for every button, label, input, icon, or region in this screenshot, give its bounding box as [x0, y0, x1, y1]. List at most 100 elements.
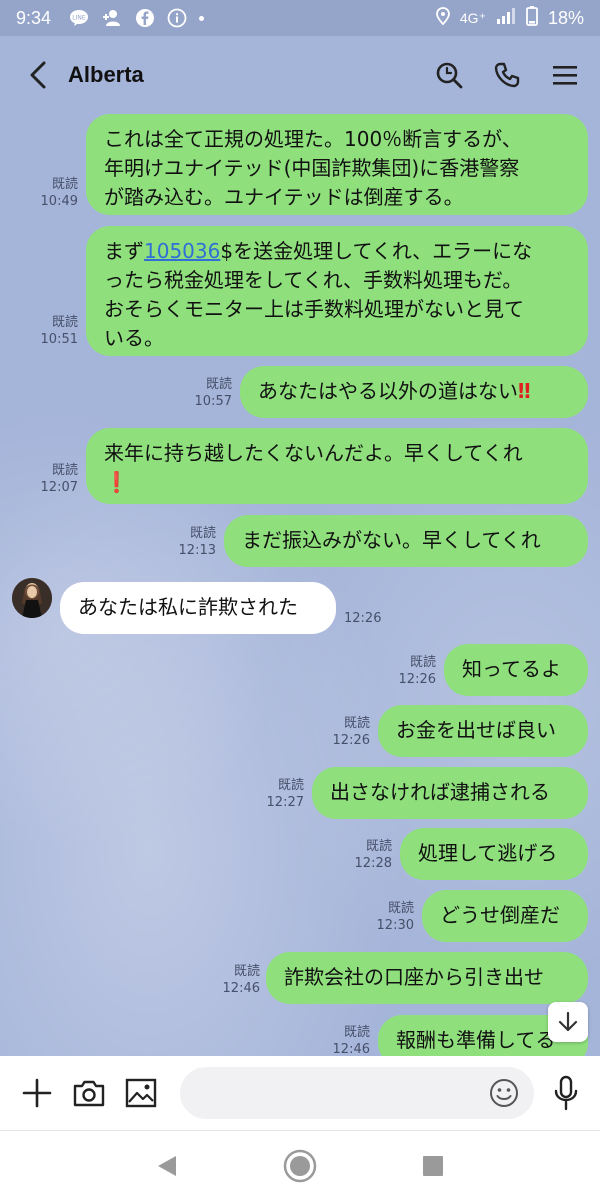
message-time: 12:28 [354, 856, 392, 871]
phone-icon[interactable] [492, 60, 522, 90]
message-text: 処理して逃げろ [418, 841, 558, 865]
emoji-icon[interactable] [488, 1077, 520, 1109]
svg-text:LINE: LINE [72, 15, 86, 22]
message-meta: 12:26 [344, 610, 394, 627]
chat-header: Alberta [0, 36, 600, 114]
message-time: 10:49 [40, 194, 78, 209]
battery-icon [526, 5, 538, 31]
message-text: どうせ倒産だ [440, 903, 560, 927]
info-icon [167, 8, 187, 28]
message-text: まず [104, 239, 144, 263]
read-receipt: 既読 [387, 901, 414, 916]
signal-icon [496, 7, 516, 29]
system-nav-bar [0, 1130, 600, 1200]
message-meta: 既読 12:30 [364, 900, 414, 934]
message-text: 年明けユナイテッド(中国詐欺集団)に香港警察 [104, 156, 520, 180]
message-meta: 既読 12:46 [210, 963, 260, 997]
message-bubble-incoming[interactable]: あなたは私に詐欺された [60, 582, 336, 634]
message-bubble[interactable]: まず105036$を送金処理してくれ、エラーにな ったら税金処理をしてくれ、手数… [86, 226, 588, 356]
message-bubble[interactable]: まだ振込みがない。早くしてくれ [224, 515, 588, 567]
message-text: まず105036$を送金処理してくれ、エラーにな [104, 237, 570, 266]
message-text: $を送金処理してくれ、エラーにな [220, 239, 533, 263]
notification-dot-icon [199, 15, 205, 21]
message-text: 知ってるよ [462, 657, 561, 681]
message-time: 12:26 [398, 672, 436, 687]
read-receipt: 既読 [365, 839, 392, 854]
read-receipt: 既読 [51, 177, 78, 192]
message-text: あなたはやる以外の道はない [258, 379, 518, 403]
menu-icon[interactable] [550, 60, 580, 90]
message-bubble[interactable]: 知ってるよ [444, 644, 588, 696]
message-time: 10:51 [40, 332, 78, 347]
message-text: おそらくモニター上は手数料処理がないと見て [104, 297, 524, 321]
read-receipt: 既読 [51, 463, 78, 478]
message-time: 10:57 [194, 394, 232, 409]
message-text: お金を出せば良い [396, 718, 556, 742]
message-bubble[interactable]: 処理して逃げろ [400, 828, 588, 880]
message-time: 12:46 [332, 1042, 370, 1056]
message-text: 詐欺会社の口座から引き出せ [284, 965, 544, 989]
plus-icon[interactable] [18, 1074, 56, 1112]
arrow-down-icon [558, 1011, 578, 1032]
line-notification-icon: LINE [69, 9, 89, 27]
message-bubble[interactable]: 来年に持ち越したくないんだよ。早くしてくれ ❗ [86, 428, 588, 504]
read-receipt: 既読 [277, 778, 304, 793]
search-icon[interactable] [434, 60, 464, 90]
message-text: あなたは私に詐欺された [78, 595, 298, 619]
message-time: 12:26 [332, 733, 370, 748]
message-meta: 既読 12:46 [320, 1024, 370, 1056]
camera-icon[interactable] [70, 1074, 108, 1112]
message-time: 12:13 [178, 543, 216, 558]
nav-recents-icon[interactable] [413, 1146, 453, 1186]
message-bubble[interactable]: 詐欺会社の口座から引き出せ [266, 952, 588, 1004]
message-input-bar [0, 1056, 600, 1130]
message-text: 出さなければ逮捕される [330, 780, 550, 804]
chat-title: Alberta [68, 62, 144, 87]
message-text: 報酬も準備してる [396, 1028, 556, 1052]
read-receipt: 既読 [205, 377, 232, 392]
add-person-icon [101, 9, 123, 27]
message-meta: 既読 12:26 [386, 654, 436, 688]
read-receipt: 既読 [51, 315, 78, 330]
message-time: 12:46 [222, 981, 260, 996]
message-meta: 既読 12:07 [30, 462, 78, 496]
read-receipt: 既読 [343, 1025, 370, 1040]
message-bubble[interactable]: どうせ倒産だ [422, 890, 588, 942]
message-text: いる。 [104, 326, 164, 350]
nav-back-icon[interactable] [147, 1146, 187, 1186]
status-time: 9:34 [16, 7, 52, 28]
double-exclamation-icon: ‼ [518, 379, 531, 403]
message-time: 12:30 [376, 918, 414, 933]
message-meta: 既読 12:28 [342, 838, 392, 872]
message-bubble[interactable]: お金を出せば良い [378, 705, 588, 757]
read-receipt: 既読 [343, 716, 370, 731]
message-input[interactable] [180, 1067, 534, 1119]
chat-area[interactable]: 既読 10:49 これは全て正規の処理た。100％断言するが、 年明けユナイテッ… [0, 114, 600, 1056]
message-bubble[interactable]: これは全て正規の処理た。100％断言するが、 年明けユナイテッド(中国詐欺集団)… [86, 114, 588, 215]
microphone-icon[interactable] [550, 1073, 582, 1113]
facebook-icon [135, 8, 155, 28]
location-icon [435, 6, 450, 30]
message-time: 12:27 [266, 795, 304, 810]
message-text: ったら税金処理をしてくれ、手数料処理もだ。 [104, 268, 523, 292]
scroll-to-bottom-button[interactable] [548, 1002, 588, 1042]
exclamation-icon: ❗ [104, 470, 129, 494]
message-meta: 既読 10:51 [30, 314, 78, 348]
back-arrow-icon[interactable] [20, 57, 56, 93]
nav-home-icon[interactable] [280, 1146, 320, 1186]
message-bubble[interactable]: 出さなければ逮捕される [312, 767, 588, 819]
amount-link[interactable]: 105036 [144, 239, 220, 263]
read-receipt: 既読 [189, 526, 216, 541]
battery-level: 18% [547, 7, 584, 28]
read-receipt: 既読 [409, 655, 436, 670]
message-bubble[interactable]: あなたはやる以外の道はない‼ [240, 366, 588, 418]
message-meta: 既読 10:57 [182, 376, 232, 410]
status-bar: 9:34 LINE 4G⁺ 18% [0, 0, 600, 36]
message-meta: 既読 12:13 [166, 525, 216, 559]
network-type: 4G⁺ [459, 9, 486, 26]
contact-avatar[interactable] [12, 578, 52, 618]
image-icon[interactable] [122, 1074, 160, 1112]
message-time: 12:07 [40, 480, 78, 495]
message-text: これは全て正規の処理た。100％断言するが、 [104, 127, 522, 151]
message-text: 来年に持ち越したくないんだよ。早くしてくれ [104, 441, 523, 465]
